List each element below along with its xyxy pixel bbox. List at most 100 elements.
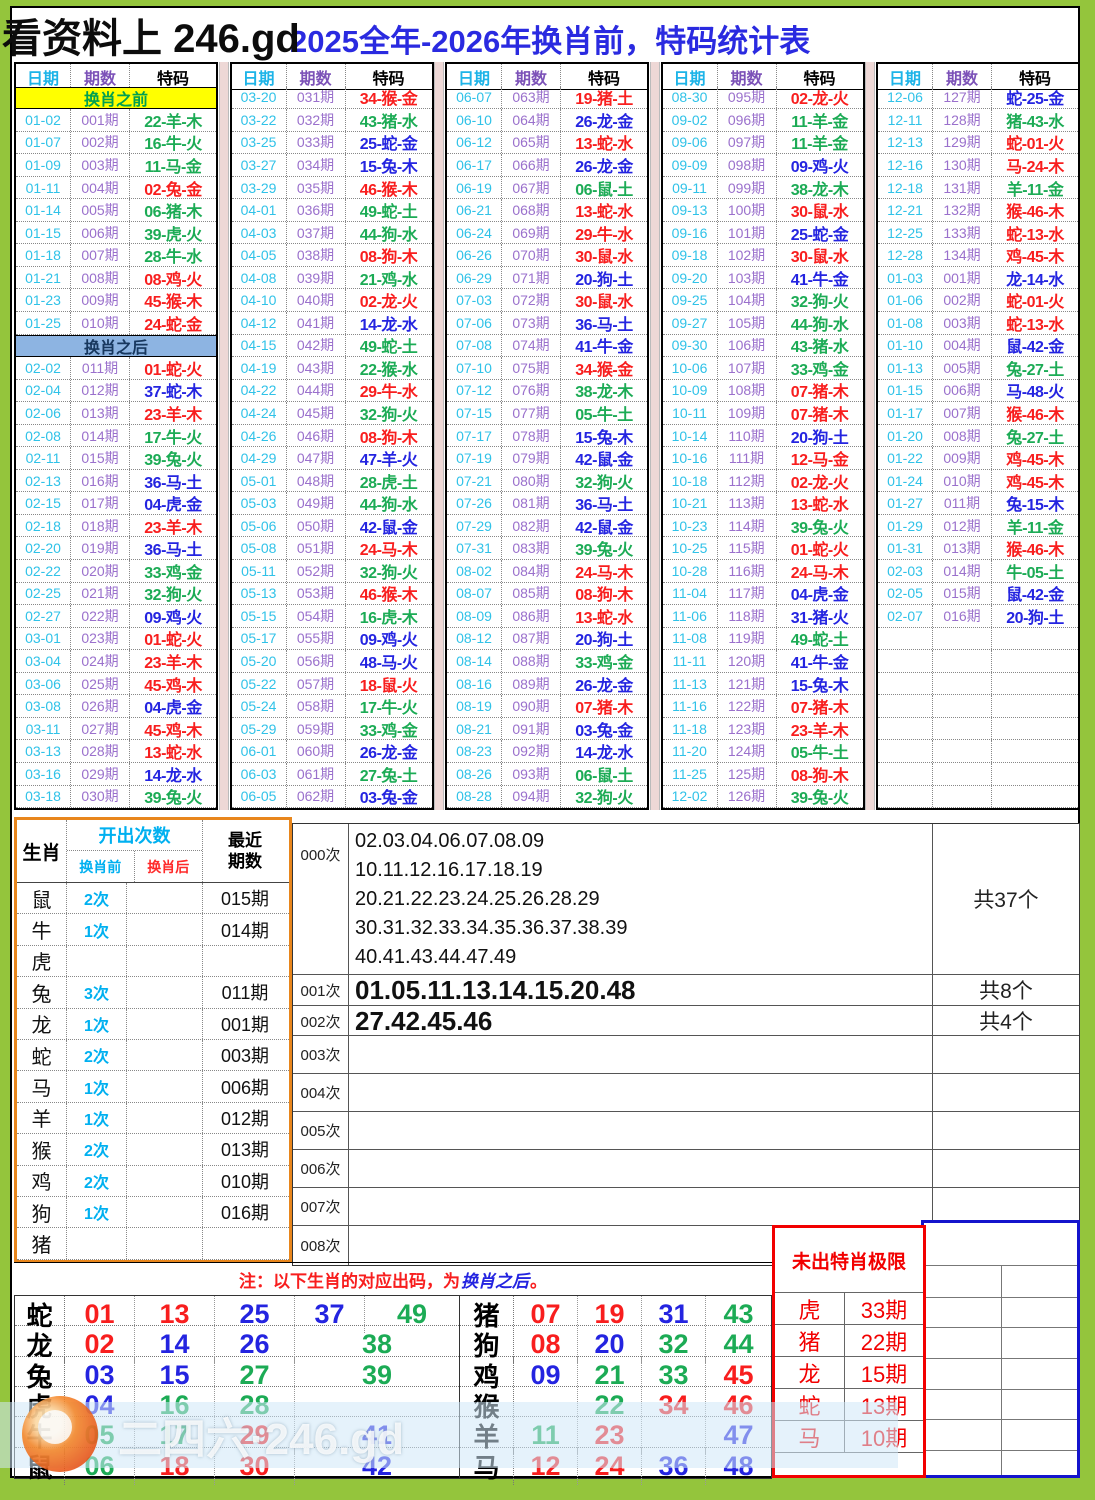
period-cell: 016期 [71, 470, 130, 492]
code-cell: 13-蛇-水 [561, 132, 647, 154]
table-row: 08-21091期03-兔-金 [447, 718, 647, 741]
period-cell: 023期 [71, 628, 130, 650]
table-row: 05-15054期16-虎-木 [232, 605, 432, 628]
code-cell: 43-猪-水 [346, 109, 432, 131]
stats-recent-cell: 015期 [203, 883, 287, 913]
table-row: 09-11099期38-龙-木 [663, 177, 863, 200]
code-cell: 29-牛-水 [561, 222, 647, 244]
code-cell: 蛇-01-火 [992, 132, 1078, 154]
table-row: 01-25010期24-蛇-金 [16, 312, 216, 335]
date-cell [878, 650, 933, 672]
code-cell [992, 763, 1078, 785]
date-cell [878, 695, 933, 717]
frequency-label: 002次 [293, 1006, 349, 1036]
table-row: 01-20008期兔-27-土 [878, 425, 1078, 448]
table-row: 11-06118期31-猪-火 [663, 605, 863, 628]
table-row: 09-09098期09-鸡-火 [663, 154, 863, 177]
frequency-number-line: 10.11.12.16.17.18.19 [355, 856, 926, 885]
code-cell: 26-龙-金 [346, 740, 432, 762]
date-header: 日期 [878, 64, 933, 89]
date-cell: 04-24 [232, 402, 287, 424]
pink-divider [434, 62, 444, 810]
table-row: 03-20031期34-猴-金 [232, 87, 432, 110]
code-cell: 44-狗-水 [346, 492, 432, 514]
date-cell: 08-30 [663, 87, 718, 109]
period-cell: 028期 [71, 740, 130, 762]
limit-period-cell: 22期 [845, 1325, 923, 1357]
period-cell: 059期 [287, 718, 346, 740]
stats-before-count-cell: 3次 [67, 977, 127, 1007]
stats-row: 兔3次011期 [17, 977, 289, 1008]
limit-row: 猪22期 [775, 1325, 923, 1357]
stats-row: 猪 [17, 1228, 289, 1259]
period-cell: 118期 [718, 605, 777, 627]
stats-row: 鼠2次015期 [17, 883, 289, 914]
code-cell: 30-鼠-水 [777, 199, 863, 221]
table-row: 08-26093期06-鼠-土 [447, 763, 647, 786]
frequency-label: 001次 [293, 975, 349, 1005]
period-cell: 091期 [502, 718, 561, 740]
watermark-logo-icon [22, 1396, 98, 1472]
code-cell: 20-狗-土 [992, 605, 1078, 627]
table-row: 06-12065期13-蛇-水 [447, 132, 647, 155]
period-cell: 009期 [933, 447, 992, 469]
code-cell: 07-猪-木 [561, 695, 647, 717]
code-cell: 牛-05-土 [992, 560, 1078, 582]
date-cell: 01-25 [16, 312, 71, 334]
table-row: 01-17007期猴-46-木 [878, 402, 1078, 425]
date-cell: 11-06 [663, 605, 718, 627]
code-cell: 猴-46-木 [992, 402, 1078, 424]
table-row: 11-13121期15-兔-木 [663, 673, 863, 696]
stats-before-count-cell: 1次 [67, 1071, 127, 1101]
code-cell: 31-猪-火 [777, 605, 863, 627]
code-cell: 08-鸡-火 [130, 267, 216, 289]
date-cell: 07-29 [447, 515, 502, 537]
table-row: 06-29071期20-狗-土 [447, 267, 647, 290]
date-cell: 06-17 [447, 154, 502, 176]
table-row: 06-01060期26-龙-金 [232, 740, 432, 763]
period-cell: 061期 [287, 763, 346, 785]
date-cell: 01-23 [16, 289, 71, 311]
stats-after-count-cell [127, 1009, 203, 1039]
frequency-number-line: 20.21.22.23.24.25.26.28.29 [355, 885, 926, 914]
date-cell: 06-03 [232, 763, 287, 785]
period-cell: 009期 [71, 289, 130, 311]
period-cell: 045期 [287, 402, 346, 424]
period-cell: 004期 [933, 335, 992, 357]
date-cell: 01-13 [878, 357, 933, 379]
period-cell: 102期 [718, 244, 777, 266]
code-cell [992, 718, 1078, 740]
date-cell: 04-08 [232, 267, 287, 289]
table-row [878, 763, 1078, 786]
stats-before-count-cell: 2次 [67, 1134, 127, 1164]
table-row: 07-10075期34-猴-金 [447, 357, 647, 380]
code-cell: 05-牛-土 [777, 740, 863, 762]
period-cell: 040期 [287, 289, 346, 311]
date-cell: 07-31 [447, 537, 502, 559]
table-row: 06-24069期29-牛-水 [447, 222, 647, 245]
stats-recent-cell: 012期 [203, 1103, 287, 1133]
date-header: 日期 [232, 64, 287, 89]
period-cell: 107期 [718, 357, 777, 379]
stats-recent-cell: 006期 [203, 1071, 287, 1101]
limit-row: 龙15期 [775, 1357, 923, 1389]
table-row: 02-20019期36-马-土 [16, 537, 216, 560]
date-cell: 05-15 [232, 605, 287, 627]
date-cell: 03-29 [232, 177, 287, 199]
code-cell: 04-虎-金 [777, 583, 863, 605]
table-row: 09-06097期11-羊-金 [663, 132, 863, 155]
period-cell: 088期 [502, 650, 561, 672]
date-cell: 10-16 [663, 447, 718, 469]
date-cell: 06-10 [447, 109, 502, 131]
code-cell: 26-龙-金 [561, 673, 647, 695]
stats-row: 虎 [17, 946, 289, 977]
date-cell: 10-28 [663, 560, 718, 582]
code-cell: 26-龙-金 [561, 154, 647, 176]
date-cell: 07-06 [447, 312, 502, 334]
period-cell [933, 673, 992, 695]
code-cell [992, 786, 1078, 808]
date-cell: 12-21 [878, 199, 933, 221]
period-cell: 105期 [718, 312, 777, 334]
date-cell: 05-13 [232, 583, 287, 605]
period-cell: 002期 [933, 289, 992, 311]
